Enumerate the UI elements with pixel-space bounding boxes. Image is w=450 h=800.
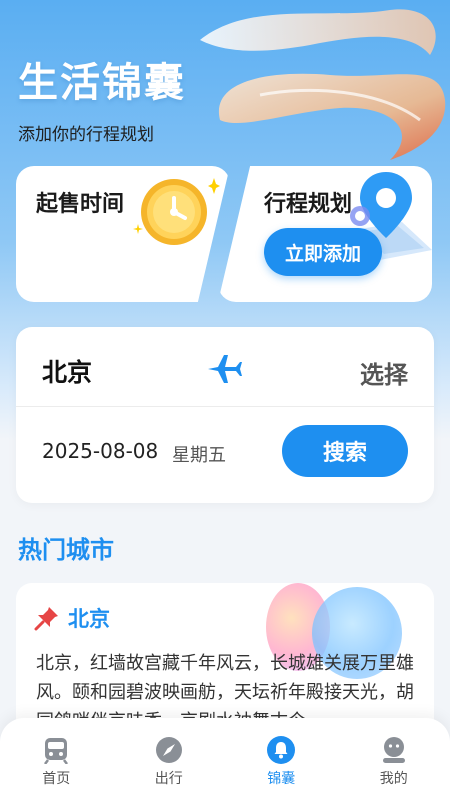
pushpin-icon <box>34 607 58 631</box>
search-button[interactable]: 搜索 <box>282 425 408 477</box>
search-card: 北京 选择 2025-08-08 星期五 搜索 <box>16 327 434 503</box>
add-trip-button[interactable]: 立即添加 <box>264 228 382 276</box>
travel-date[interactable]: 2025-08-08 <box>42 439 158 463</box>
tab-label: 锦囊 <box>267 771 296 787</box>
tab-label: 我的 <box>379 771 408 787</box>
train-icon <box>44 738 69 764</box>
tab-tips[interactable]: 锦囊 <box>236 736 326 788</box>
compass-icon <box>155 737 182 763</box>
departure-city[interactable]: 北京 <box>42 353 92 389</box>
profile-icon <box>382 737 405 763</box>
tab-label: 出行 <box>154 771 183 787</box>
bell-icon <box>267 736 296 764</box>
alarm-clock-icon <box>133 178 220 245</box>
city-name: 北京 <box>68 607 110 631</box>
page-subtitle: 添加你的行程规划 <box>18 125 154 145</box>
page-title: 生活锦囊 <box>18 60 186 106</box>
trip-plan-title: 行程规划 <box>264 192 353 217</box>
airplane-icon <box>208 355 242 383</box>
hot-cities-title: 热门城市 <box>18 536 114 564</box>
bottom-tab-bar: 首页 出行 锦囊 我的 <box>0 718 450 800</box>
tab-profile[interactable]: 我的 <box>349 736 439 788</box>
tab-travel[interactable]: 出行 <box>124 736 214 788</box>
tab-label: 首页 <box>42 771 71 787</box>
select-destination-button[interactable]: 选择 <box>360 355 408 390</box>
divider <box>16 406 434 407</box>
sale-time-title: 起售时间 <box>36 192 125 217</box>
decorative-swirl <box>200 9 446 160</box>
tab-home[interactable]: 首页 <box>11 736 101 788</box>
weekday-label: 星期五 <box>172 445 226 466</box>
